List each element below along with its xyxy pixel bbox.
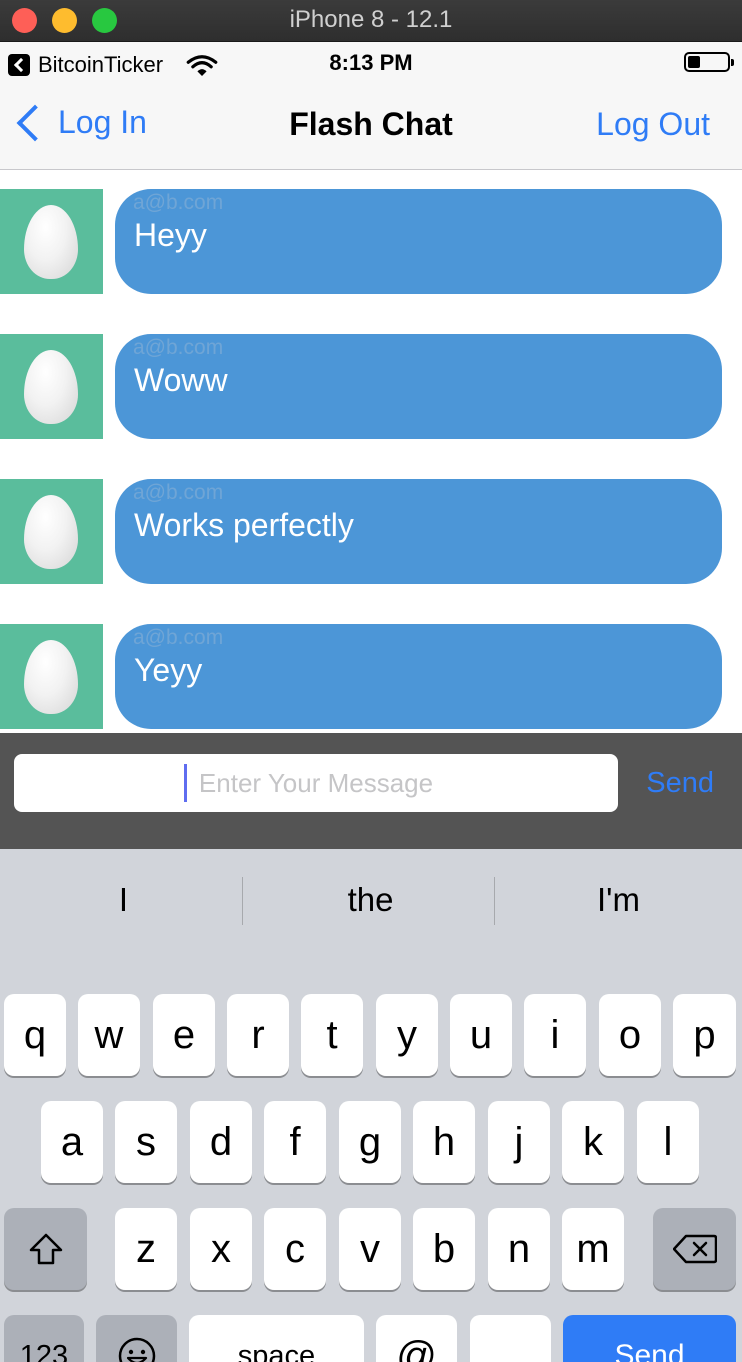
simulator-title-bar: iPhone 8 - 12.1 xyxy=(0,0,742,42)
message-body: Yeyy xyxy=(134,652,203,688)
delete-key[interactable] xyxy=(653,1208,736,1290)
key-i[interactable]: i xyxy=(524,994,586,1076)
key-c[interactable]: c xyxy=(264,1208,326,1290)
message-row[interactable]: a@b.com Heyy xyxy=(0,189,742,294)
key-l[interactable]: l xyxy=(637,1101,699,1183)
avatar xyxy=(0,479,103,584)
message-bubble: a@b.com Works perfectly xyxy=(115,479,722,584)
window-title: iPhone 8 - 12.1 xyxy=(289,6,453,33)
predictive-bar: I the I'm xyxy=(0,849,742,953)
egg-avatar-icon xyxy=(24,640,78,714)
suggestion-divider xyxy=(242,877,243,925)
shift-icon xyxy=(29,1233,62,1265)
suggestion-3[interactable]: I'm xyxy=(495,881,742,919)
key-z[interactable]: z xyxy=(115,1208,177,1290)
emoji-icon xyxy=(118,1337,155,1362)
suggestion-2[interactable]: the xyxy=(247,881,494,919)
key-u[interactable]: u xyxy=(450,994,512,1076)
key-r[interactable]: r xyxy=(227,994,289,1076)
key-o[interactable]: o xyxy=(599,994,661,1076)
message-sender: a@b.com xyxy=(133,336,224,359)
key-n[interactable]: n xyxy=(488,1208,550,1290)
status-bar: BitcoinTicker 8:13 PM xyxy=(0,42,742,82)
key-x[interactable]: x xyxy=(190,1208,252,1290)
navigation-bar: Log In Flash Chat Log Out xyxy=(0,82,742,170)
avatar xyxy=(0,624,103,729)
key-b[interactable]: b xyxy=(413,1208,475,1290)
avatar xyxy=(0,334,103,439)
message-row[interactable]: a@b.com Woww xyxy=(0,334,742,439)
message-bubble: a@b.com Heyy xyxy=(115,189,722,294)
message-sender: a@b.com xyxy=(133,481,224,504)
at-key[interactable]: @ xyxy=(376,1315,457,1362)
message-bubble: a@b.com Yeyy xyxy=(115,624,722,729)
keyboard-send-key[interactable]: Send xyxy=(563,1315,736,1362)
key-m[interactable]: m xyxy=(562,1208,624,1290)
key-d[interactable]: d xyxy=(190,1101,252,1183)
key-g[interactable]: g xyxy=(339,1101,401,1183)
battery-icon xyxy=(684,52,734,72)
message-body: Woww xyxy=(134,362,228,398)
key-w[interactable]: w xyxy=(78,994,140,1076)
message-bubble: a@b.com Woww xyxy=(115,334,722,439)
egg-avatar-icon xyxy=(24,205,78,279)
message-row[interactable]: a@b.com Works perfectly xyxy=(0,479,742,584)
message-list[interactable]: a@b.com Heyy a@b.com Woww a@b.com Works … xyxy=(0,170,742,733)
log-out-button[interactable]: Log Out xyxy=(596,106,710,143)
key-v[interactable]: v xyxy=(339,1208,401,1290)
egg-avatar-icon xyxy=(24,495,78,569)
key-k[interactable]: k xyxy=(562,1101,624,1183)
suggestion-1[interactable]: I xyxy=(0,881,247,919)
message-body: Heyy xyxy=(134,217,207,253)
message-sender: a@b.com xyxy=(133,626,224,649)
key-f[interactable]: f xyxy=(264,1101,326,1183)
key-q[interactable]: q xyxy=(4,994,66,1076)
numbers-key[interactable]: 123 xyxy=(4,1315,84,1362)
status-time: 8:13 PM xyxy=(329,50,413,75)
period-key[interactable]: . xyxy=(470,1315,551,1362)
emoji-key[interactable] xyxy=(96,1315,177,1362)
avatar xyxy=(0,189,103,294)
text-caret xyxy=(184,764,187,802)
backspace-icon xyxy=(672,1234,717,1264)
iphone-screen: BitcoinTicker 8:13 PM Log In Flash Chat … xyxy=(0,42,742,1362)
key-y[interactable]: y xyxy=(376,994,438,1076)
key-p[interactable]: p xyxy=(673,994,736,1076)
message-row[interactable]: a@b.com Yeyy xyxy=(0,624,742,729)
space-key[interactable]: space xyxy=(189,1315,364,1362)
message-sender: a@b.com xyxy=(133,191,224,214)
send-button[interactable]: Send xyxy=(646,767,714,800)
key-e[interactable]: e xyxy=(153,994,215,1076)
key-s[interactable]: s xyxy=(115,1101,177,1183)
shift-key[interactable] xyxy=(4,1208,87,1290)
keyboard: I the I'm q w e r t y u i o p a s d f g … xyxy=(0,849,742,1362)
message-input[interactable] xyxy=(14,754,618,812)
egg-avatar-icon xyxy=(24,350,78,424)
key-h[interactable]: h xyxy=(413,1101,475,1183)
key-j[interactable]: j xyxy=(488,1101,550,1183)
message-composer: Send xyxy=(0,733,742,849)
key-t[interactable]: t xyxy=(301,994,363,1076)
message-body: Works perfectly xyxy=(134,507,354,543)
key-a[interactable]: a xyxy=(41,1101,103,1183)
